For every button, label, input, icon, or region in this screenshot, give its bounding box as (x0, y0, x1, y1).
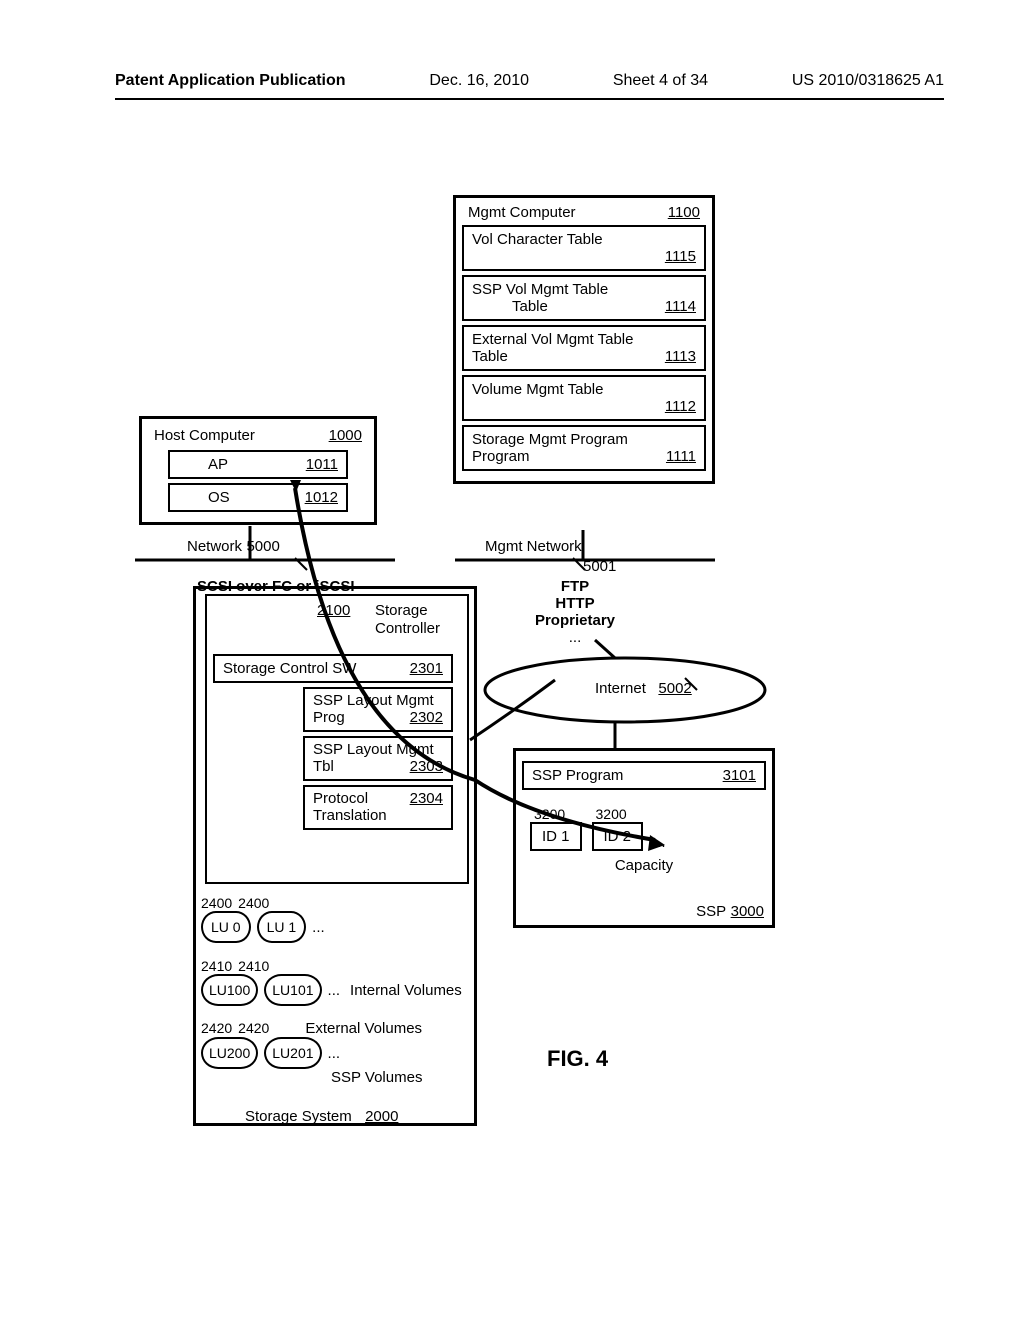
lu-row-1: 2400 2400 LU 0 LU 1 ... (201, 895, 325, 943)
external-volumes-label: External Volumes (305, 1020, 422, 1037)
sheet-number: Sheet 4 of 34 (613, 72, 708, 90)
publication-date: Dec. 16, 2010 (429, 72, 529, 90)
lu1: LU 1 (257, 911, 307, 943)
network-label: Network 5000 (187, 538, 280, 556)
publication-label: Patent Application Publication (115, 72, 346, 90)
id1: ID 1 (530, 822, 582, 851)
volume-mgmt-table: Volume Mgmt Table1112 (462, 375, 706, 421)
storage-mgmt-program: Storage Mgmt ProgramProgram1111 (462, 425, 706, 471)
external-vol-mgmt-table: External Vol Mgmt TableTable1113 (462, 325, 706, 371)
storage-control-sw: Storage Control SW 2301 (213, 654, 453, 683)
ssp-layout-tbl: SSP Layout Mgmt Tbl 2303 (303, 736, 453, 781)
mgmt-network-num: 5001 (583, 558, 616, 576)
ssp-vol-mgmt-table: SSP Vol Mgmt TableTable1114 (462, 275, 706, 321)
lu0: LU 0 (201, 911, 251, 943)
publication-id: US 2010/0318625 A1 (792, 72, 944, 90)
ssp-program: SSP Program 3101 (522, 761, 766, 790)
lu201: LU201 (264, 1037, 321, 1069)
capacity-label: Capacity (522, 857, 766, 874)
os-box: OS 1012 (168, 483, 348, 512)
lu100: LU100 (201, 974, 258, 1006)
storage-controller-label: StorageController (375, 602, 440, 638)
header-rule (115, 98, 944, 100)
protocol-translation: Protocol 2304 Translation (303, 785, 453, 830)
lu-row-2: 2410 2410 LU100 LU101 ... Internal Volum… (201, 958, 462, 1006)
lu101: LU101 (264, 974, 321, 1006)
ssp-box: SSP Program 3101 3200 ID 1 3200 ID 2 ...… (513, 748, 775, 928)
id2-group: 3200 ID 2 (592, 806, 644, 851)
mgmt-computer-num: 1100 (668, 204, 700, 221)
storage-controller-box: 2100 StorageController Storage Control S… (205, 594, 469, 884)
internal-volumes-label: Internal Volumes (350, 982, 462, 999)
id2: ID 2 (592, 822, 644, 851)
mgmt-network-label: Mgmt Network (485, 538, 582, 556)
lu200: LU200 (201, 1037, 258, 1069)
ap-box: AP 1011 (168, 450, 348, 479)
host-computer-num: 1000 (329, 427, 362, 444)
figure-label: FIG. 4 (547, 1046, 608, 1072)
internet-label: Internet 5002 (595, 680, 692, 697)
figure-diagram: Mgmt Computer 1100 Vol Character Table11… (115, 180, 895, 1190)
page-header: Patent Application Publication Dec. 16, … (0, 0, 1024, 98)
ssp-layout-prog: SSP Layout Mgmt Prog 2302 (303, 687, 453, 732)
mgmt-computer-box: Mgmt Computer 1100 Vol Character Table11… (453, 195, 715, 484)
storage-system-label: Storage System 2000 (245, 1108, 398, 1126)
host-computer-box: Host Computer 1000 AP 1011 OS 1012 (139, 416, 377, 525)
id1-group: 3200 ID 1 (530, 806, 582, 851)
lu-row-3: 2420 2420 External Volumes LU200 LU201 .… (201, 1020, 422, 1086)
vol-char-table: Vol Character Table1115 (462, 225, 706, 271)
protocols-label: FTP HTTP Proprietary ... (525, 578, 625, 646)
host-computer-title: Host Computer (154, 427, 255, 444)
mgmt-computer-title: Mgmt Computer (468, 204, 576, 221)
ssp-volumes-label: SSP Volumes (331, 1069, 422, 1086)
scsi-label: SCSI over FC or iSCSI (197, 578, 355, 595)
